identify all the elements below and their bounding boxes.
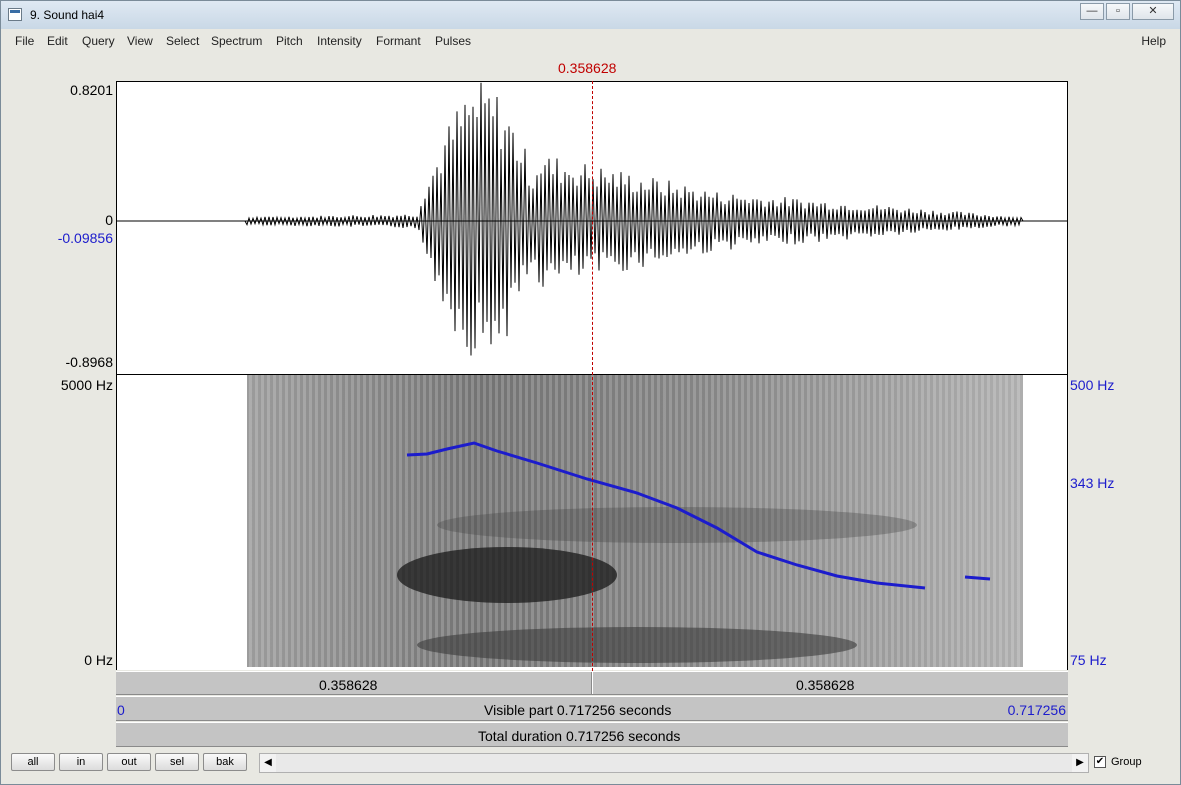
zoom-back-button[interactable]: bak (203, 753, 247, 771)
zoom-selection-button[interactable]: sel (155, 753, 199, 771)
maximize-button[interactable]: ▫ (1106, 3, 1130, 20)
selection-bar[interactable]: 0.358628 0.358628 (116, 671, 1068, 695)
menu-query[interactable]: Query (82, 34, 115, 48)
pitch-bottom-label: 75 Hz (1070, 652, 1107, 668)
pitch-top-label: 500 Hz (1070, 377, 1115, 393)
pitch-mid-label: 343 Hz (1070, 475, 1115, 491)
pitch-contour-tail (964, 575, 991, 581)
group-label: Group (1111, 756, 1142, 768)
cursor-line (592, 81, 593, 671)
menu-spectrum[interactable]: Spectrum (211, 34, 262, 48)
window-title: 9. Sound hai4 (30, 8, 105, 22)
menu-formant[interactable]: Formant (376, 34, 421, 48)
scroll-left-icon[interactable]: ◀ (260, 754, 276, 772)
menu-edit[interactable]: Edit (47, 34, 68, 48)
zoom-all-button[interactable]: all (11, 753, 55, 771)
waveform-max-label: 0.8201 (70, 82, 113, 98)
cursor-time-label: 0.358628 (558, 60, 617, 76)
window-icon (8, 8, 22, 21)
close-button[interactable]: ✕ (1132, 3, 1174, 20)
zoom-in-button[interactable]: in (59, 753, 103, 771)
title-bar[interactable]: 9. Sound hai4 — ▫ ✕ (1, 1, 1180, 29)
selection-right-label: 0.358628 (796, 677, 855, 693)
visible-part-bar[interactable]: 0 Visible part 0.717256 seconds 0.717256 (116, 696, 1068, 721)
zoom-out-button[interactable]: out (107, 753, 151, 771)
praat-sound-window: 9. Sound hai4 — ▫ ✕ File Edit Query View… (0, 0, 1181, 785)
menu-pulses[interactable]: Pulses (435, 34, 471, 48)
time-scrollbar[interactable]: ◀ ▶ (259, 753, 1089, 773)
visible-start-label: 0 (117, 702, 125, 718)
freq-bottom-label: 0 Hz (84, 652, 113, 668)
waveform-cursor-value: -0.09856 (57, 230, 113, 246)
total-duration-bar[interactable]: Total duration 0.717256 seconds (116, 722, 1068, 747)
visible-part-label: Visible part 0.717256 seconds (484, 702, 672, 718)
waveform-zero-label: 0 (105, 212, 113, 228)
menu-select[interactable]: Select (166, 34, 199, 48)
freq-top-label: 5000 Hz (60, 377, 113, 393)
visible-end-label: 0.717256 (1007, 702, 1066, 718)
bottom-controls: all in out sel bak ◀ ▶ ✔ Group (9, 751, 1172, 777)
menu-help[interactable]: Help (1141, 34, 1166, 48)
minimize-button[interactable]: — (1080, 3, 1104, 20)
waveform-min-label: -0.8968 (65, 354, 113, 370)
total-duration-label: Total duration 0.717256 seconds (478, 728, 681, 744)
group-checkbox[interactable]: ✔ (1094, 756, 1106, 768)
selection-left-label: 0.358628 (319, 677, 378, 693)
menu-bar: File Edit Query View Select Spectrum Pit… (9, 31, 1172, 51)
scroll-right-icon[interactable]: ▶ (1072, 754, 1088, 772)
menu-pitch[interactable]: Pitch (276, 34, 303, 48)
selection-divider (591, 672, 593, 694)
menu-intensity[interactable]: Intensity (317, 34, 362, 48)
menu-view[interactable]: View (127, 34, 153, 48)
menu-file[interactable]: File (15, 34, 34, 48)
